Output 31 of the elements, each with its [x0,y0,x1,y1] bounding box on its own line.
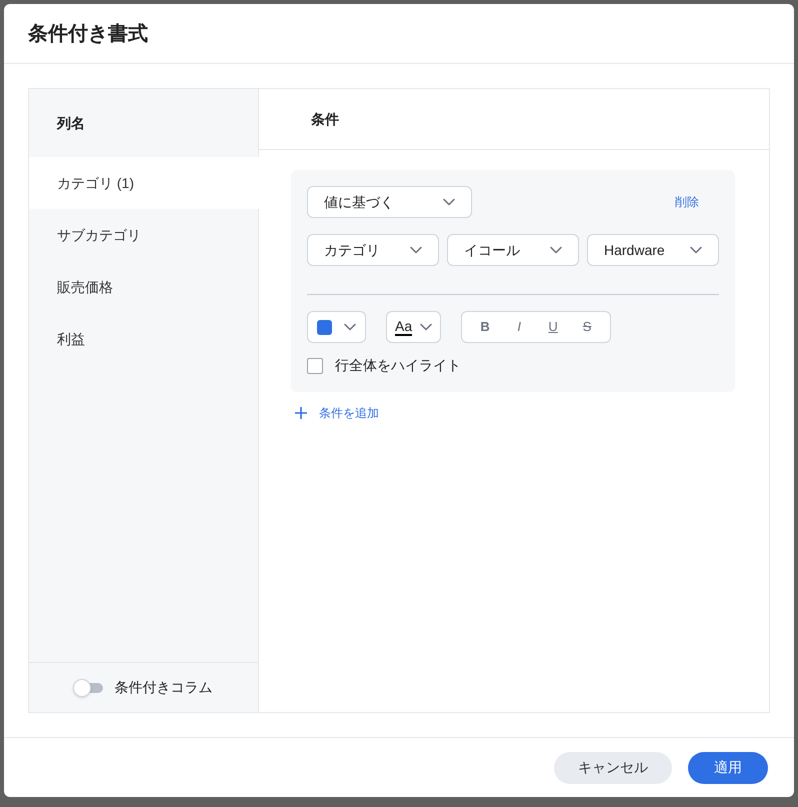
chevron-down-icon [443,198,455,206]
apply-button[interactable]: 適用 [688,752,768,784]
text-style-toggle[interactable]: S [572,315,602,339]
chevron-down-icon [410,246,422,254]
text-color-picker[interactable]: Aa [386,311,442,343]
chevron-down-icon [690,246,702,254]
text-style-toggle[interactable]: B [470,315,500,339]
dropdown-select[interactable]: カテゴリ [307,234,439,266]
delete-link[interactable]: 削除 [675,193,699,211]
fill-color-picker[interactable] [307,311,366,343]
text-style-toggle[interactable]: U [538,315,568,339]
chevron-down-icon [550,246,562,254]
dropdown-select[interactable]: イコール [447,234,579,266]
toggle-label: 条件付きコラム [114,678,212,697]
dropdown-select[interactable]: Hardware [587,234,719,266]
cancel-button[interactable]: キャンセル [554,752,672,784]
column-item[interactable]: カテゴリ (1) [29,157,279,209]
checkbox-label: 行全体をハイライト [335,356,461,375]
panel-heading: 列名 [57,114,85,132]
column-item[interactable]: 販売価格 [29,261,258,313]
checkbox[interactable] [307,358,323,374]
dialog-title: 条件付き書式 [28,22,148,46]
panel-heading: 条件 [311,110,339,128]
chevron-down-icon [344,323,356,331]
chevron-down-icon [420,323,432,331]
plus-icon [295,407,307,419]
dropdown-select[interactable]: 値に基づく [307,186,472,218]
column-item[interactable]: サブカテゴリ [29,209,258,261]
column-item[interactable]: 利益 [29,313,258,365]
text-style-toggle[interactable]: I [504,315,534,339]
add-condition-link[interactable]: 条件を追加 [295,404,379,422]
